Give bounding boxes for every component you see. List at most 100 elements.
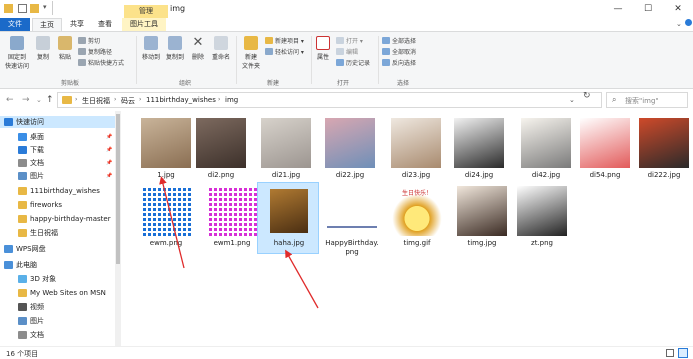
file-tile[interactable]: di54.png: [574, 114, 636, 186]
item-count: 16 个项目: [6, 350, 39, 358]
nav-item[interactable]: 快速访问: [0, 116, 120, 128]
properties-quick-icon[interactable]: [18, 4, 27, 13]
file-tile[interactable]: zt.png: [511, 182, 573, 254]
history-label: 历史记录: [346, 60, 371, 67]
file-tile[interactable]: di21.jpg: [255, 114, 317, 186]
breadcrumb-separator-icon[interactable]: ›: [75, 96, 77, 103]
breadcrumb-item[interactable]: 生日祝福: [82, 96, 110, 106]
move-to-button[interactable]: 移动到: [140, 36, 162, 61]
delete-button[interactable]: ✕ 删除: [189, 35, 207, 62]
tab-home[interactable]: 主页: [32, 18, 62, 31]
properties-button[interactable]: 属性: [314, 36, 332, 61]
cut-button[interactable]: 剪切: [78, 36, 100, 45]
breadcrumb-separator-icon[interactable]: ›: [139, 96, 141, 103]
nav-item[interactable]: 文档: [0, 329, 120, 341]
file-tile[interactable]: ewm1.png: [201, 182, 263, 254]
file-tile[interactable]: di24.jpg: [448, 114, 510, 186]
maximize-button[interactable]: ☐: [633, 0, 663, 18]
recent-locations-icon[interactable]: ⌄: [36, 96, 42, 104]
tab-picture-tools[interactable]: 图片工具: [122, 18, 166, 31]
nav-item[interactable]: 111birthday_wishes: [0, 185, 120, 197]
select-all-icon: [382, 37, 390, 44]
new-item-button[interactable]: 新建项目 ▾: [265, 36, 304, 45]
file-tile[interactable]: timg.jpg: [451, 182, 513, 254]
open-button[interactable]: 打开 ▾: [336, 36, 363, 45]
pin-quick-access-button[interactable]: 固定到 快速访问: [2, 36, 32, 70]
nav-item[interactable]: My Web Sites on MSN: [0, 287, 120, 299]
nav-item[interactable]: 图片: [0, 315, 120, 327]
edit-button[interactable]: 编辑: [336, 47, 358, 56]
help-icon[interactable]: [685, 19, 692, 26]
copy-to-button[interactable]: 复制到: [164, 36, 186, 61]
select-none-button[interactable]: 全部取消: [382, 47, 416, 56]
copy-button[interactable]: 复制: [34, 36, 52, 61]
image-thumbnail: [325, 118, 375, 168]
nav-item[interactable]: 生日祝福: [0, 227, 120, 239]
breadcrumb-item[interactable]: 111birthday_wishes: [146, 96, 216, 104]
new-folder-quick-icon[interactable]: [30, 4, 39, 13]
pin-icon[interactable]: 📌: [106, 144, 112, 156]
nav-item-label: 图片: [30, 172, 44, 180]
address-bar[interactable]: › 生日祝福 › 码云 › 111birthday_wishes › img ⌄: [57, 92, 602, 108]
move-to-icon: [144, 36, 158, 50]
manage-tab-header[interactable]: 管理: [124, 5, 168, 18]
paste-shortcut-button[interactable]: 粘贴快捷方式: [78, 58, 124, 67]
tab-share[interactable]: 共享: [64, 18, 90, 31]
copy-path-button[interactable]: 复制路径: [78, 47, 112, 56]
nav-pane-scrollbar-thumb[interactable]: [116, 114, 120, 264]
file-tile[interactable]: 生日快乐！ timg.gif: [386, 182, 448, 254]
file-tile[interactable]: ewm.png: [135, 182, 197, 254]
file-tile[interactable]: di23.jpg: [385, 114, 447, 186]
easy-access-button[interactable]: 轻松访问 ▾: [265, 47, 304, 56]
pin-icon[interactable]: 📌: [106, 131, 112, 143]
file-tile[interactable]: di222.jpg: [633, 114, 693, 186]
image-thumbnail: [521, 118, 571, 168]
file-tile[interactable]: di2.png: [190, 114, 252, 186]
nav-item[interactable]: 此电脑: [0, 259, 120, 271]
file-tile[interactable]: di22.jpg: [319, 114, 381, 186]
nav-item[interactable]: happy-birthday-master: [0, 213, 120, 225]
pin-icon[interactable]: 📌: [106, 157, 112, 169]
nav-item[interactable]: 下载 📌: [0, 144, 120, 156]
ribbon-expand-icon[interactable]: ⌄: [676, 20, 682, 28]
tab-view[interactable]: 查看: [92, 18, 118, 31]
search-placeholder: 搜索"img": [625, 97, 659, 105]
invert-selection-button[interactable]: 反向选择: [382, 58, 416, 67]
select-all-button[interactable]: 全部选择: [382, 36, 416, 45]
breadcrumb-item[interactable]: img: [225, 96, 238, 104]
address-dropdown-icon[interactable]: ⌄: [569, 96, 575, 104]
cloud-icon: [4, 245, 13, 253]
nav-item[interactable]: WPS网盘: [0, 243, 120, 255]
delete-icon: ✕: [192, 35, 204, 50]
up-arrow-icon[interactable]: ↑: [46, 95, 54, 105]
breadcrumb-separator-icon[interactable]: ›: [218, 96, 220, 103]
nav-item[interactable]: 桌面 📌: [0, 131, 120, 143]
history-icon: [336, 59, 344, 66]
rename-button[interactable]: 重命名: [209, 36, 233, 61]
breadcrumb-item[interactable]: 码云: [121, 96, 135, 106]
nav-item[interactable]: 3D 对象: [0, 273, 120, 285]
details-view-icon[interactable]: [666, 349, 674, 357]
file-tile[interactable]: haha.jpg: [257, 182, 319, 254]
minimize-button[interactable]: —: [603, 0, 633, 18]
forward-arrow-icon[interactable]: →: [22, 95, 30, 105]
refresh-icon[interactable]: ↻: [583, 91, 591, 101]
large-icons-view-icon[interactable]: [678, 348, 688, 358]
nav-item[interactable]: 图片 📌: [0, 170, 120, 182]
nav-item[interactable]: fireworks: [0, 199, 120, 211]
close-button[interactable]: ✕: [663, 0, 693, 18]
file-tile[interactable]: di42.jpg: [515, 114, 577, 186]
pin-icon[interactable]: 📌: [106, 170, 112, 182]
search-box[interactable]: ⌕ 搜索"img": [606, 92, 688, 108]
nav-item[interactable]: 文档 📌: [0, 157, 120, 169]
quick-access-dropdown-icon[interactable]: ▾: [43, 3, 47, 11]
history-button[interactable]: 历史记录: [336, 58, 370, 67]
paste-button[interactable]: 粘贴: [56, 36, 74, 61]
new-folder-button[interactable]: 新建 文件夹: [239, 36, 263, 70]
tab-file[interactable]: 文件: [0, 18, 30, 31]
back-arrow-icon[interactable]: ←: [6, 95, 14, 105]
breadcrumb-separator-icon[interactable]: ›: [114, 96, 116, 103]
nav-item[interactable]: 视频: [0, 301, 120, 313]
file-tile[interactable]: 1.jpg: [135, 114, 197, 186]
file-tile[interactable]: HappyBirthday.png: [321, 182, 383, 256]
